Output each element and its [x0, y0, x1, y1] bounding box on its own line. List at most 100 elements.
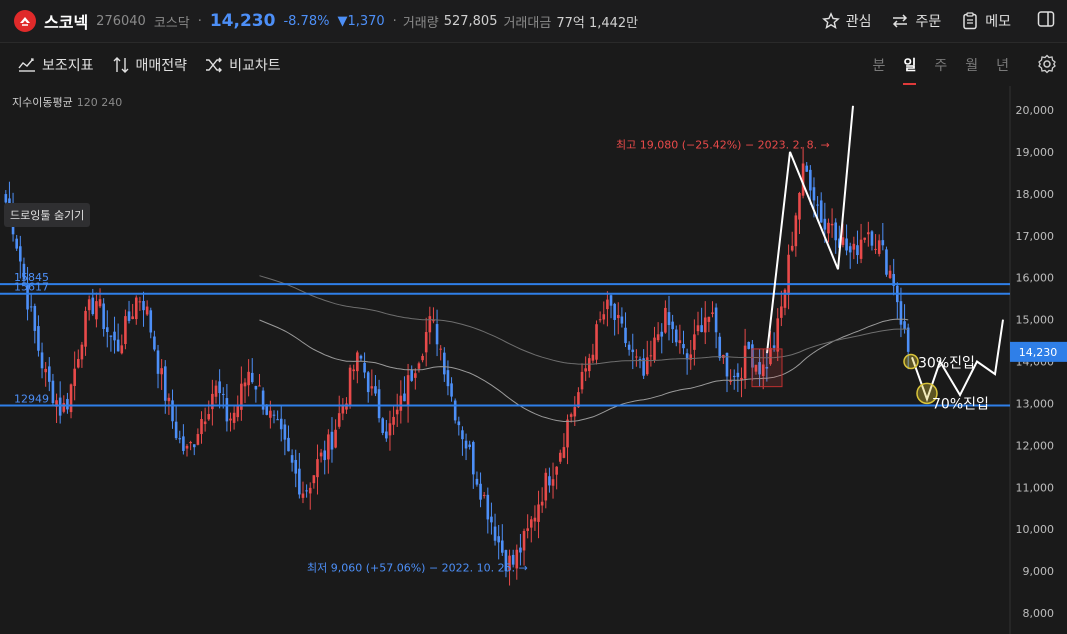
horizontal-line-label: 12949: [14, 393, 49, 406]
candle-body: [66, 398, 69, 410]
compare-button[interactable]: 비교차트: [205, 55, 281, 75]
candle-body: [888, 270, 892, 278]
candle-body: [406, 375, 410, 406]
candle-body: [548, 476, 551, 486]
candle-body: [120, 345, 124, 354]
ma-legend-periods: 120 240: [76, 96, 123, 109]
hide-drawing-button[interactable]: 드로잉툴 숨기기: [4, 203, 91, 227]
entry30-marker: [903, 353, 919, 370]
candle-body: [395, 409, 399, 415]
candle-body: [261, 390, 265, 410]
panel-toggle-button[interactable]: [1037, 10, 1055, 32]
candle-body: [461, 430, 464, 440]
tab-day[interactable]: 일: [903, 55, 916, 85]
candle-body: [533, 517, 537, 522]
swap-icon: [893, 14, 908, 28]
y-tick-label: 8,000: [1023, 607, 1055, 620]
candle-body: [127, 311, 131, 321]
y-tick-label: 16,000: [1016, 272, 1055, 285]
memo-button[interactable]: 메모: [961, 11, 1011, 31]
candle-body: [316, 459, 319, 478]
y-tick-label: 11,000: [1016, 481, 1055, 494]
volume-label: 거래량: [402, 15, 439, 31]
tab-minute[interactable]: 분: [873, 55, 886, 75]
candle-body: [428, 316, 432, 333]
candle-body: [526, 528, 529, 531]
indicator-label: 보조지표: [42, 57, 94, 74]
tab-week[interactable]: 주: [934, 55, 947, 75]
order-button[interactable]: 주문: [891, 11, 941, 31]
candle-body: [323, 450, 327, 461]
candle-body: [790, 245, 794, 251]
candle-body: [287, 437, 290, 452]
candle-body: [595, 324, 598, 360]
price-chart[interactable]: 20,00019,00018,00017,00016,00015,00014,0…: [0, 86, 1067, 634]
candle-body: [457, 421, 461, 426]
candle-body: [501, 540, 504, 553]
candle-body: [606, 299, 609, 310]
candle-body: [145, 306, 149, 315]
candle-body: [707, 316, 711, 322]
change-rate: -8.78%: [283, 13, 330, 29]
candle-body: [867, 232, 870, 235]
candle-body: [682, 344, 685, 349]
candle-body: [225, 398, 229, 422]
candle-body: [258, 385, 261, 387]
candle-body: [124, 316, 127, 344]
ma-legend-label: 지수이동평균: [12, 96, 73, 109]
tab-month[interactable]: 월: [965, 55, 978, 75]
candle-body: [638, 359, 642, 361]
candle-body: [819, 200, 823, 223]
candle-body: [787, 254, 790, 295]
period-tabs: 분 일 주 월 년: [855, 43, 1009, 86]
candle-body: [718, 336, 722, 359]
candle-body: [616, 314, 620, 319]
candle-body: [174, 421, 178, 439]
entry30-label: 30%진입: [918, 356, 975, 372]
candle-body: [363, 362, 366, 373]
chart-settings-button[interactable]: [1037, 54, 1057, 78]
candle-body: [385, 431, 388, 439]
candle-body: [308, 487, 312, 494]
candle-body: [852, 243, 856, 250]
highlight-box: [751, 348, 783, 388]
candle-body: [167, 397, 171, 402]
candle-body: [493, 526, 497, 541]
candle-body: [845, 238, 848, 251]
candle-body: [464, 440, 468, 449]
candle-body: [272, 414, 276, 416]
candle-body: [551, 479, 555, 486]
watch-button[interactable]: 관심: [821, 11, 871, 31]
memo-icon: [963, 12, 977, 30]
candle-body: [671, 321, 674, 330]
strategy-button[interactable]: 매매전략: [112, 55, 187, 75]
compare-label: 비교차트: [229, 57, 281, 74]
y-tick-label: 15,000: [1016, 314, 1055, 327]
candle-body: [84, 310, 87, 347]
candle-body: [247, 371, 250, 386]
candle-body: [113, 331, 116, 341]
y-tick-label: 12,000: [1016, 439, 1055, 452]
candle-body: [44, 368, 47, 373]
indicator-button[interactable]: 보조지표: [18, 55, 94, 75]
candle-body: [863, 237, 866, 240]
candle-body: [156, 350, 160, 374]
candle-body: [19, 246, 22, 262]
candle-body: [69, 384, 73, 413]
tab-year[interactable]: 년: [996, 55, 1009, 75]
candle-body: [403, 393, 406, 402]
candle-body: [696, 325, 700, 332]
candle-body: [142, 301, 145, 311]
candle-body: [73, 368, 76, 386]
candle-body: [620, 316, 624, 324]
candle-body: [479, 483, 482, 500]
candle-body: [566, 419, 569, 448]
candle-body: [359, 355, 363, 359]
candle-body: [366, 372, 370, 393]
candle-body: [747, 341, 751, 349]
candle-body: [649, 355, 653, 357]
candle-body: [105, 327, 109, 332]
candle-body: [196, 434, 200, 445]
candle-body: [439, 348, 442, 350]
candle-body: [475, 478, 479, 485]
